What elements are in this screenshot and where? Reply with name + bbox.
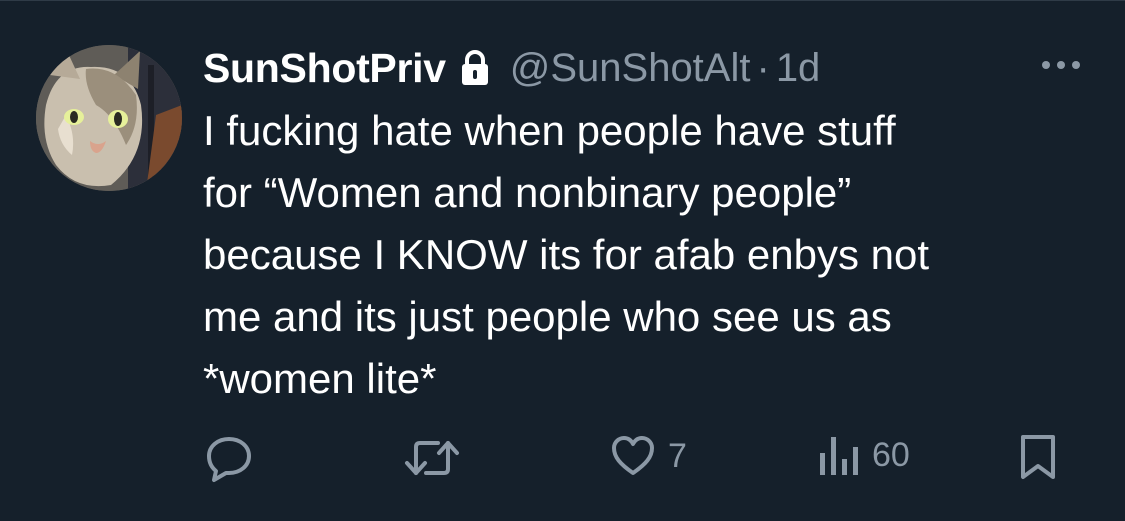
tweet-header: SunShotPriv @SunShotAlt · 1d bbox=[203, 37, 1083, 99]
timestamp[interactable]: 1d bbox=[776, 46, 821, 91]
lock-icon bbox=[461, 50, 488, 85]
reply-icon bbox=[207, 437, 251, 482]
separator-dot: · bbox=[756, 45, 770, 90]
cat-photo-icon bbox=[36, 45, 182, 191]
like-count: 7 bbox=[668, 436, 687, 475]
tweet-text: I fucking hate when people have stuff fo… bbox=[203, 107, 930, 402]
bookmark-button[interactable] bbox=[1018, 433, 1058, 481]
retweet-icon bbox=[405, 441, 459, 475]
views-count: 60 bbox=[872, 435, 910, 474]
like-button[interactable]: 7 bbox=[610, 433, 687, 479]
tweet-content: SunShotPriv @SunShotAlt · 1d I fucking h… bbox=[203, 37, 1083, 410]
display-name[interactable]: SunShotPriv bbox=[203, 45, 446, 92]
more-options-icon[interactable] bbox=[1038, 53, 1084, 77]
avatar[interactable] bbox=[36, 45, 182, 191]
action-bar: 7 60 bbox=[0, 433, 1125, 489]
retweet-button[interactable] bbox=[404, 433, 460, 483]
bookmark-icon bbox=[1021, 435, 1055, 479]
views-button[interactable]: 60 bbox=[818, 433, 910, 477]
tweet[interactable]: SunShotPriv @SunShotAlt · 1d I fucking h… bbox=[0, 0, 1125, 521]
reply-button[interactable] bbox=[204, 433, 254, 483]
heart-icon bbox=[612, 436, 654, 475]
views-icon bbox=[820, 437, 858, 475]
user-handle[interactable]: @SunShotAlt bbox=[510, 46, 751, 91]
